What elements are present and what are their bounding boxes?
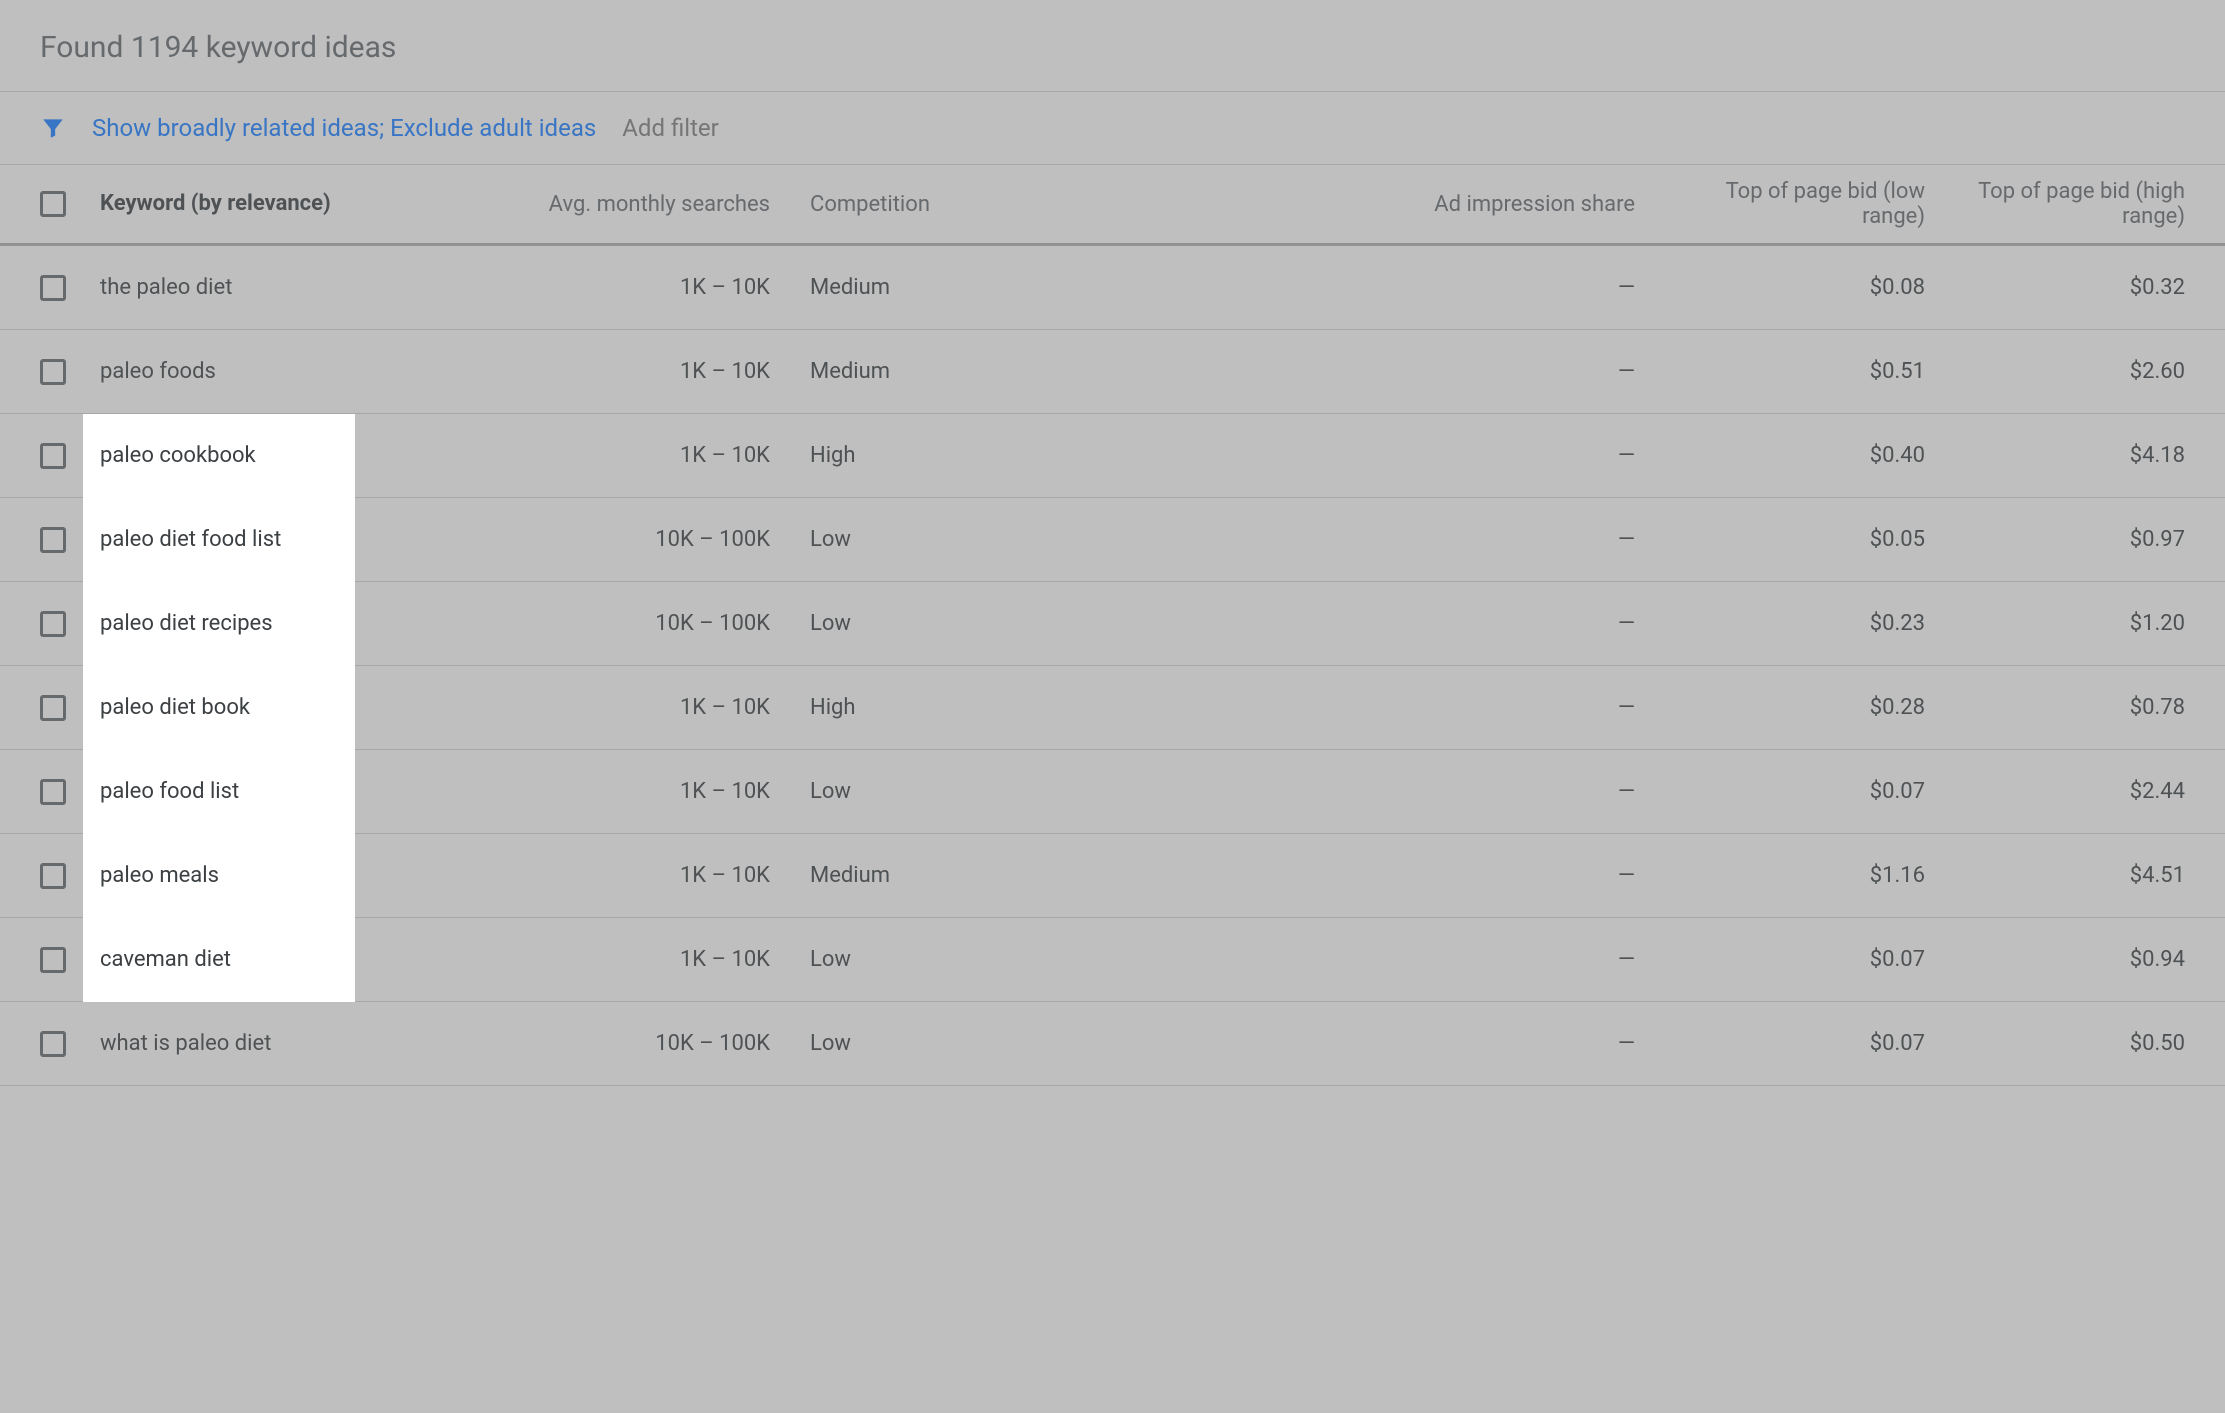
cell-avg: 1K – 10K (480, 695, 800, 720)
col-header-low-bid[interactable]: Top of page bid (low range) (1665, 179, 1925, 229)
highlighted-keyword: paleo food list (83, 750, 355, 834)
cell-avg: 10K – 100K (480, 611, 800, 636)
cell-low-bid: $0.07 (1665, 1031, 1925, 1056)
cell-competition: Low (800, 947, 1060, 972)
cell-impression: — (1060, 779, 1665, 804)
cell-impression: — (1060, 947, 1665, 972)
cell-low-bid: $0.28 (1665, 695, 1925, 720)
cell-low-bid: $0.40 (1665, 443, 1925, 468)
row-checkbox[interactable] (40, 359, 66, 385)
cell-impression: — (1060, 1031, 1665, 1056)
cell-impression: — (1060, 695, 1665, 720)
cell-low-bid: $0.07 (1665, 779, 1925, 804)
table-row[interactable]: paleo foods 1K – 10K Medium — $0.51 $2.6… (0, 330, 2225, 414)
table-header-row: Keyword (by relevance) Avg. monthly sear… (0, 165, 2225, 246)
add-filter-button[interactable]: Add filter (622, 114, 719, 142)
cell-impression: — (1060, 527, 1665, 552)
results-count-text: Found 1194 keyword ideas (40, 30, 396, 65)
cell-avg: 10K – 100K (480, 527, 800, 552)
cell-avg: 10K – 100K (480, 1031, 800, 1056)
table-row[interactable]: what is paleo diet 10K – 100K Low — $0.0… (0, 1002, 2225, 1086)
row-checkbox[interactable] (40, 275, 66, 301)
cell-keyword: what is paleo diet (100, 1031, 480, 1056)
cell-low-bid: $0.05 (1665, 527, 1925, 552)
cell-keyword: paleo foods (100, 359, 480, 384)
cell-impression: — (1060, 611, 1665, 636)
cell-competition: Medium (800, 359, 1060, 384)
cell-avg: 1K – 10K (480, 947, 800, 972)
col-header-keyword[interactable]: Keyword (by relevance) (100, 190, 480, 218)
cell-low-bid: $0.07 (1665, 947, 1925, 972)
row-checkbox[interactable] (40, 443, 66, 469)
cell-competition: Low (800, 779, 1060, 804)
cell-impression: — (1060, 443, 1665, 468)
cell-high-bid: $0.97 (1925, 527, 2185, 552)
table-row[interactable]: the paleo diet 1K – 10K Medium — $0.08 $… (0, 246, 2225, 330)
filter-icon[interactable] (40, 115, 66, 141)
cell-competition: Medium (800, 863, 1060, 888)
col-header-avg[interactable]: Avg. monthly searches (480, 192, 800, 217)
cell-impression: — (1060, 275, 1665, 300)
highlighted-keyword: paleo diet recipes (83, 582, 355, 666)
filter-bar: Show broadly related ideas; Exclude adul… (0, 92, 2225, 165)
cell-impression: — (1060, 359, 1665, 384)
cell-competition: High (800, 695, 1060, 720)
row-checkbox[interactable] (40, 611, 66, 637)
highlighted-keyword: caveman diet (83, 918, 355, 1002)
highlighted-keyword: paleo diet food list (83, 498, 355, 582)
cell-avg: 1K – 10K (480, 275, 800, 300)
cell-low-bid: $1.16 (1665, 863, 1925, 888)
row-checkbox[interactable] (40, 947, 66, 973)
highlighted-keyword: paleo meals (83, 834, 355, 918)
cell-low-bid: $0.51 (1665, 359, 1925, 384)
highlighted-keyword: paleo diet book (83, 666, 355, 750)
cell-competition: High (800, 443, 1060, 468)
cell-avg: 1K – 10K (480, 443, 800, 468)
row-checkbox[interactable] (40, 695, 66, 721)
row-checkbox[interactable] (40, 527, 66, 553)
cell-impression: — (1060, 863, 1665, 888)
row-checkbox[interactable] (40, 863, 66, 889)
cell-competition: Low (800, 1031, 1060, 1056)
col-header-high-bid[interactable]: Top of page bid (high range) (1925, 179, 2185, 229)
row-checkbox[interactable] (40, 779, 66, 805)
col-header-impression[interactable]: Ad impression share (1060, 192, 1665, 217)
cell-avg: 1K – 10K (480, 863, 800, 888)
cell-avg: 1K – 10K (480, 779, 800, 804)
active-filters-link[interactable]: Show broadly related ideas; Exclude adul… (92, 114, 596, 142)
select-all-checkbox[interactable] (40, 191, 66, 217)
cell-high-bid: $0.32 (1925, 275, 2185, 300)
cell-low-bid: $0.08 (1665, 275, 1925, 300)
cell-competition: Low (800, 527, 1060, 552)
cell-high-bid: $1.20 (1925, 611, 2185, 636)
cell-high-bid: $4.18 (1925, 443, 2185, 468)
cell-high-bid: $2.44 (1925, 779, 2185, 804)
cell-competition: Low (800, 611, 1060, 636)
cell-high-bid: $2.60 (1925, 359, 2185, 384)
cell-high-bid: $0.78 (1925, 695, 2185, 720)
cell-high-bid: $0.50 (1925, 1031, 2185, 1056)
col-header-competition[interactable]: Competition (800, 192, 1060, 217)
cell-avg: 1K – 10K (480, 359, 800, 384)
cell-high-bid: $4.51 (1925, 863, 2185, 888)
cell-low-bid: $0.23 (1665, 611, 1925, 636)
cell-competition: Medium (800, 275, 1060, 300)
row-checkbox[interactable] (40, 1031, 66, 1057)
cell-keyword: the paleo diet (100, 275, 480, 300)
results-count-header: Found 1194 keyword ideas (0, 0, 2225, 92)
cell-high-bid: $0.94 (1925, 947, 2185, 972)
highlighted-keyword: paleo cookbook (83, 414, 355, 498)
